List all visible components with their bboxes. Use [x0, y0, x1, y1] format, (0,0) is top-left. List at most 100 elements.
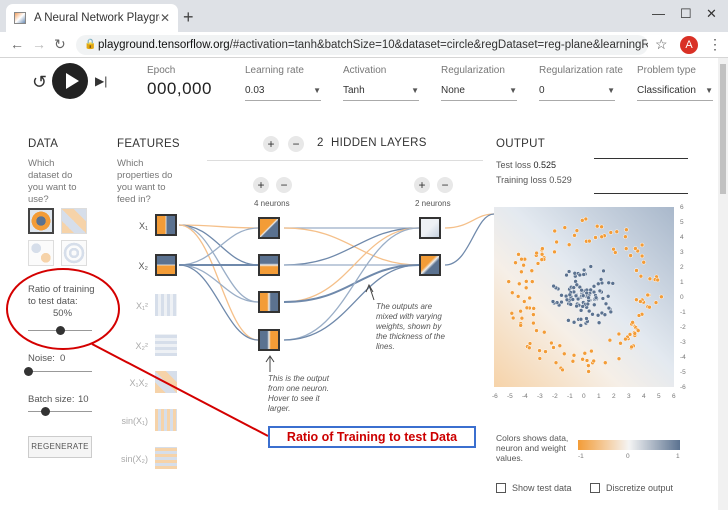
- neuron-l1-3[interactable]: [258, 291, 280, 313]
- data-point: [518, 323, 523, 328]
- data-point: [537, 356, 543, 361]
- data-point: [586, 369, 591, 374]
- loss-chart-test: [594, 158, 688, 159]
- data-point: [624, 227, 629, 232]
- data-point: [634, 268, 639, 273]
- data-point: [588, 287, 593, 293]
- data-point: [596, 320, 602, 325]
- outputs-mixed-note: The outputs are mixed with varying weigh…: [376, 302, 445, 351]
- neuron-l2-2[interactable]: [419, 254, 441, 276]
- neuron-l1-2[interactable]: [258, 254, 280, 276]
- data-point: [530, 279, 535, 284]
- neuron-l1-1[interactable]: [258, 217, 280, 239]
- data-point: [647, 304, 652, 310]
- discretize-output-checkbox[interactable]: [590, 483, 600, 493]
- data-point: [553, 360, 559, 365]
- data-point: [531, 306, 536, 311]
- y-axis-tick: -3: [680, 339, 686, 346]
- data-point: [572, 233, 577, 238]
- data-point: [527, 345, 532, 351]
- color-scale-bar: [578, 440, 680, 450]
- data-point: [567, 292, 573, 298]
- data-point: [559, 299, 564, 305]
- x-axis-tick: 2: [612, 393, 616, 400]
- data-point: [628, 253, 633, 258]
- page-scrollbar[interactable]: [718, 58, 728, 510]
- data-point: [599, 234, 604, 240]
- neuron-l2-1[interactable]: [419, 217, 441, 239]
- x-axis-tick: -3: [537, 393, 543, 400]
- data-point: [638, 299, 643, 304]
- data-point: [589, 348, 594, 354]
- data-point: [647, 276, 653, 282]
- data-point: [603, 360, 608, 365]
- data-point: [571, 285, 576, 290]
- data-point: [603, 301, 609, 307]
- show-test-data-label: Show test data: [512, 483, 572, 493]
- training-loss-label: Training loss: [496, 175, 547, 185]
- x-axis-tick: 3: [627, 393, 631, 400]
- y-axis-tick: -1: [680, 309, 686, 316]
- data-point: [633, 246, 638, 251]
- data-point: [542, 329, 547, 335]
- data-point: [584, 316, 589, 321]
- data-point: [655, 277, 660, 283]
- data-point: [570, 297, 576, 302]
- cbar-tick-mid: 0: [626, 453, 630, 460]
- data-point: [571, 320, 577, 325]
- data-point: [580, 293, 586, 298]
- data-point: [562, 351, 567, 357]
- data-point: [568, 302, 573, 307]
- data-point: [627, 332, 633, 337]
- data-point: [593, 235, 598, 240]
- data-point: [595, 313, 601, 318]
- data-point: [506, 279, 511, 284]
- data-point: [577, 272, 583, 278]
- data-point: [614, 229, 620, 234]
- scrollbar-thumb[interactable]: [720, 64, 726, 194]
- data-point: [623, 234, 628, 239]
- x-axis-tick: 5: [657, 393, 661, 400]
- training-loss: Training loss 0.529: [496, 175, 572, 185]
- data-point: [560, 367, 565, 373]
- data-point: [598, 277, 604, 282]
- data-point: [610, 281, 616, 286]
- data-point: [586, 308, 592, 314]
- data-point: [540, 246, 545, 251]
- data-point: [566, 242, 572, 247]
- data-point: [581, 267, 587, 273]
- data-point: [611, 246, 616, 252]
- output-plot[interactable]: [494, 207, 674, 387]
- y-axis-tick: 3: [680, 249, 684, 256]
- y-axis-tick: 5: [680, 219, 684, 226]
- x-axis-tick: 1: [597, 393, 601, 400]
- data-point: [531, 320, 536, 326]
- data-point: [608, 309, 614, 315]
- data-point: [607, 337, 613, 343]
- x-axis-tick: 4: [642, 393, 646, 400]
- data-point: [588, 264, 594, 269]
- data-point: [574, 303, 579, 309]
- annotation-callout: Ratio of Training to test Data: [268, 426, 476, 448]
- data-point: [581, 272, 586, 277]
- show-test-data-checkbox[interactable]: [496, 483, 506, 493]
- data-point: [552, 249, 557, 255]
- data-point: [636, 313, 642, 318]
- data-point: [629, 344, 634, 350]
- data-point: [539, 257, 545, 262]
- data-point: [591, 358, 596, 364]
- output-decision-boundary: [494, 207, 674, 387]
- data-point: [586, 363, 591, 368]
- data-point: [549, 340, 554, 346]
- test-loss-label: Test loss: [496, 160, 532, 170]
- data-point: [509, 311, 515, 316]
- data-point: [564, 297, 570, 303]
- y-axis-tick: 0: [680, 294, 684, 301]
- data-point: [632, 331, 638, 336]
- data-point: [608, 230, 614, 235]
- data-point: [519, 256, 524, 262]
- data-point: [552, 228, 557, 234]
- data-point: [618, 341, 623, 346]
- neuron-l1-4[interactable]: [258, 329, 280, 351]
- data-point: [554, 239, 559, 245]
